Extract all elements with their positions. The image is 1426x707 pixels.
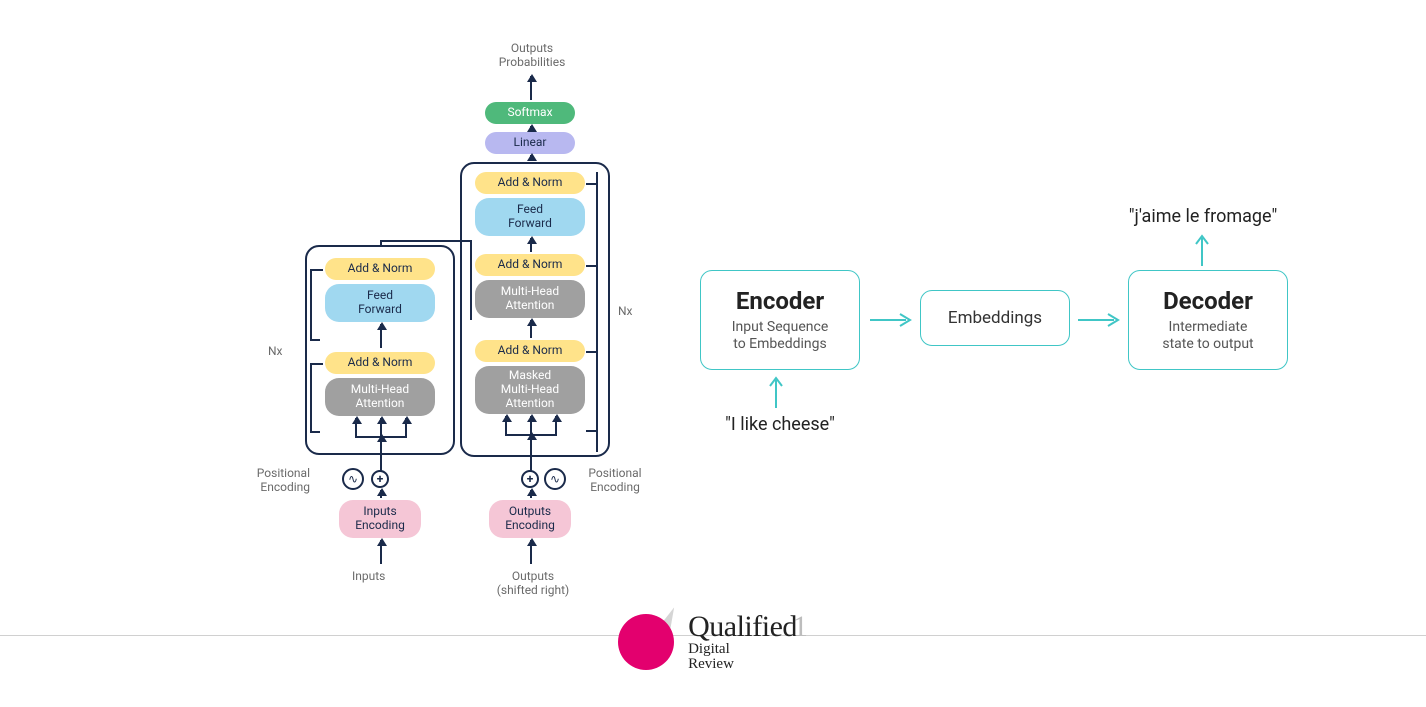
enc-feedforward: Feed Forward <box>325 284 435 322</box>
dec-addnorm-2: Add & Norm <box>475 254 585 276</box>
cross-c <box>470 240 472 320</box>
arr-dec-mha <box>530 320 532 338</box>
res-dec-long <box>596 172 598 452</box>
arrow-right-2-icon <box>1078 312 1122 328</box>
res-enc-2c <box>310 269 323 271</box>
posenc-right-label: Positional Encoding <box>580 467 650 495</box>
enc-addnorm-1: Add & Norm <box>325 352 435 374</box>
arrow-up-icon <box>1194 232 1210 266</box>
dec-posenc-wave-icon: ∿ <box>544 468 566 490</box>
outputs-shifted-label: Outputs(shifted right) <box>488 570 578 598</box>
arr-sm-lin <box>530 126 532 130</box>
res-enc-1c <box>310 363 323 365</box>
brand-text: Qualified 1 Digital Review <box>688 612 808 672</box>
input-phrase-text: "I like cheese" <box>700 414 860 435</box>
arr-enc-ff <box>380 324 382 348</box>
enc-fanin-3 <box>405 418 407 436</box>
arrow-to-output <box>530 76 532 100</box>
arrow-up-2-icon <box>768 374 784 408</box>
brand-line1: Digital <box>688 642 808 657</box>
arr-ie <box>380 490 382 498</box>
dec-addnorm-3: Add & Norm <box>475 172 585 194</box>
transformer-architecture-diagram: Outputs Probabilities Softmax Linear Add… <box>40 20 640 620</box>
res-dec-a <box>586 183 598 185</box>
outputs-embedding: Outputs Encoding <box>489 500 571 538</box>
dec-masked-mha: Masked Multi-Head Attention <box>475 366 585 414</box>
res-dec-b <box>586 265 598 267</box>
output-translation-text: "j'aime le fromage" <box>1088 206 1318 227</box>
embeddings-label: Embeddings <box>948 308 1042 328</box>
arr-lin-dec <box>530 155 532 161</box>
res-enc-1a <box>310 431 320 433</box>
arr-enc-in <box>380 436 382 472</box>
arr-dec-ff <box>530 238 532 252</box>
decoder-title: Decoder <box>1163 287 1253 315</box>
decoder-box: Decoder Intermediate state to output <box>1128 270 1288 370</box>
linear-block: Linear <box>485 132 575 154</box>
encoder-title: Encoder <box>736 287 824 315</box>
enc-posenc-wave-icon: ∿ <box>342 468 364 490</box>
res-enc-2b <box>310 269 312 339</box>
res-dec-d <box>586 430 598 432</box>
enc-mha: Multi-Head Attention <box>325 378 435 416</box>
arr-oe <box>530 490 532 498</box>
page-footer: Qualified 1 Digital Review <box>0 635 1426 695</box>
brand-name: Qualified <box>688 612 797 642</box>
encoder-decoder-flow-diagram: "j'aime le fromage" Encoder Input Sequen… <box>700 140 1340 590</box>
enc-fanin-1 <box>355 418 357 436</box>
nx-right-label: Nx <box>618 305 633 319</box>
inputs-embedding: Inputs Encoding <box>339 500 421 538</box>
embeddings-box: Embeddings <box>920 290 1070 346</box>
brand-logo <box>618 614 678 670</box>
decoder-subtitle: Intermediate state to output <box>1162 319 1253 353</box>
arr-in-bottom <box>380 540 382 564</box>
enc-addnorm-2: Add & Norm <box>325 258 435 280</box>
encoder-box: Encoder Input Sequence to Embeddings <box>700 270 860 370</box>
dec-feedforward: Feed Forward <box>475 198 585 236</box>
res-dec-c <box>586 351 598 353</box>
arrow-right-1-icon <box>870 312 914 328</box>
brand-number: 1 <box>793 612 808 642</box>
encoder-subtitle: Input Sequence to Embeddings <box>732 319 829 353</box>
dec-posenc-add-icon: + <box>521 470 539 488</box>
dec-fanin-1 <box>505 416 507 434</box>
arr-out-bottom <box>530 540 532 564</box>
logo-circle-icon <box>618 614 674 670</box>
nx-left-label: Nx <box>268 345 283 359</box>
res-enc-1b <box>310 363 312 431</box>
brand-line2: Review <box>688 657 808 672</box>
inputs-label: Inputs <box>352 570 385 584</box>
softmax-block: Softmax <box>485 102 575 124</box>
dec-addnorm-1: Add & Norm <box>475 340 585 362</box>
dec-mha: Multi-Head Attention <box>475 280 585 318</box>
arr-dec-in <box>530 434 532 472</box>
res-enc-2a <box>310 339 320 341</box>
enc-posenc-add-icon: + <box>371 470 389 488</box>
dec-fanin-3 <box>555 416 557 434</box>
posenc-left-label: Positional Encoding <box>240 467 310 495</box>
cross-b <box>380 240 470 242</box>
outputs-probabilities-label: Outputs Probabilities <box>477 42 587 70</box>
